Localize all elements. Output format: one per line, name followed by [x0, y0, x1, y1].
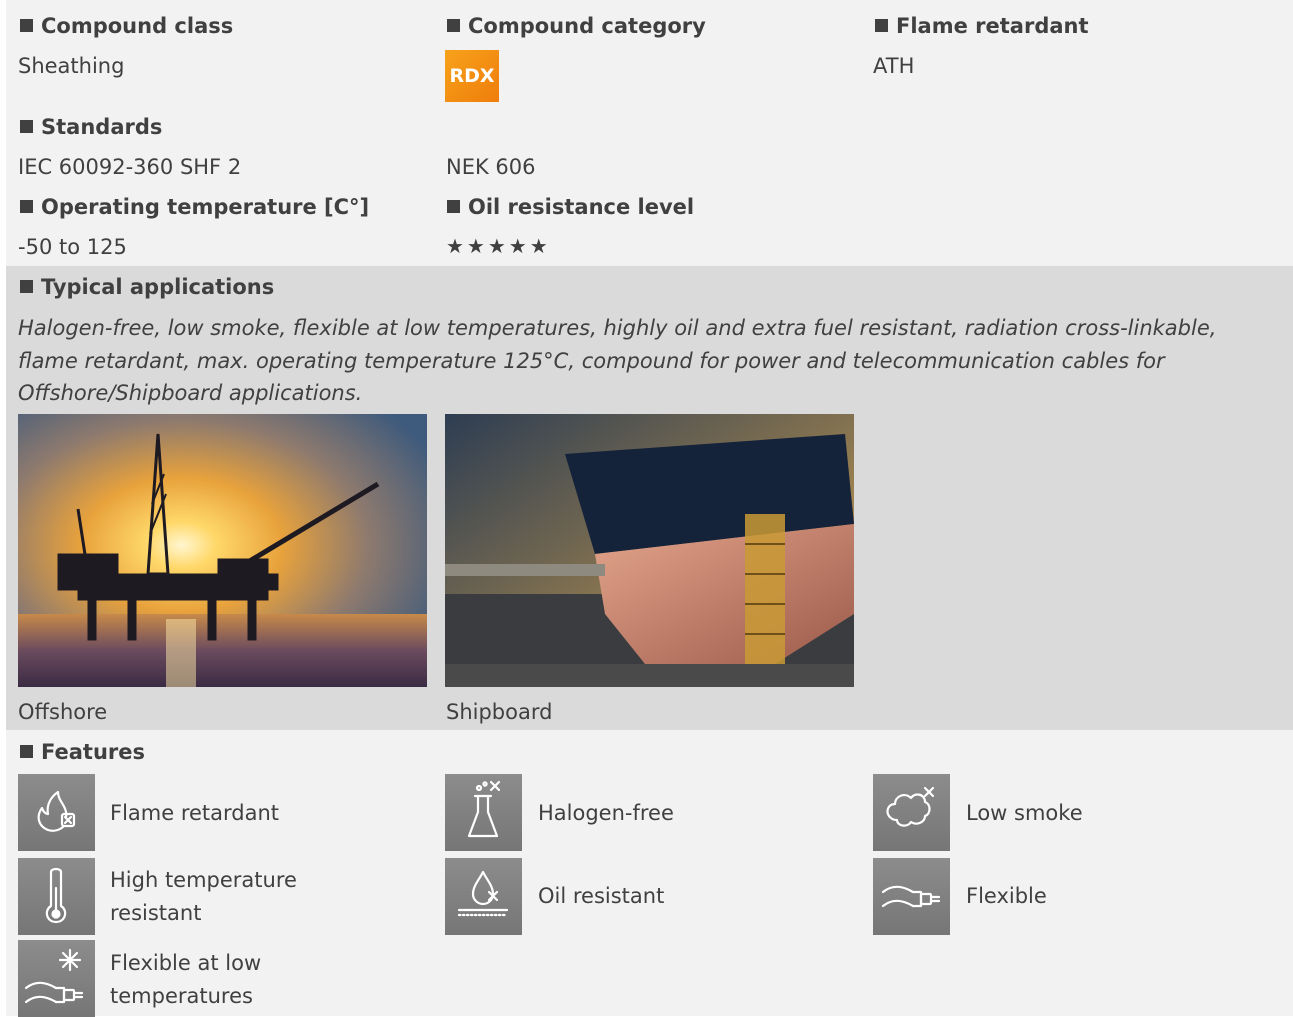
feature-label: Low smoke	[966, 801, 1083, 825]
bullet-square-icon	[20, 19, 33, 32]
operating-temperature-value: -50 to 125	[18, 235, 127, 259]
bullet-square-icon	[20, 280, 33, 293]
bullet-square-icon	[447, 200, 460, 213]
bullet-square-icon	[20, 200, 33, 213]
applications-description: Halogen-free, low smoke, flexible at low…	[18, 316, 1217, 405]
standard-item: NEK 606	[446, 155, 536, 179]
bullet-square-icon	[875, 19, 888, 32]
oil-drop-icon	[445, 858, 522, 935]
standards-header: Standards	[20, 114, 162, 140]
oil-resistance-header: Oil resistance level	[447, 194, 694, 220]
feature-label: High temperature resistant	[110, 868, 297, 925]
compound-category-header: Compound category	[447, 13, 706, 39]
ship-drydock-illustration	[445, 414, 854, 687]
thermometer-icon	[18, 858, 95, 935]
ship-drydock-photo	[445, 414, 854, 687]
feature-label: Flame retardant	[110, 801, 280, 825]
flexible-cable-icon	[873, 858, 950, 935]
properties-band	[6, 0, 1293, 266]
standard-item: IEC 60092-360 SHF 2	[18, 155, 242, 179]
offshore-platform-photo	[18, 414, 427, 687]
low-smoke-icon	[873, 774, 950, 851]
shipboard-caption: Shipboard	[446, 700, 553, 724]
bullet-square-icon	[20, 745, 33, 758]
offshore-caption: Offshore	[18, 700, 108, 724]
halogen-free-icon	[445, 774, 522, 851]
compound-class-header: Compound class	[20, 13, 233, 39]
feature-label: Halogen-free	[538, 801, 674, 825]
flame-retardant-header: Flame retardant	[875, 13, 1089, 39]
operating-temperature-header: Operating temperature [C°]	[20, 194, 369, 220]
offshore-platform-illustration	[18, 414, 427, 687]
feature-label: Oil resistant	[538, 884, 665, 908]
rdx-category-badge: RDX	[445, 50, 499, 102]
flame-retardant-icon	[18, 774, 95, 851]
oil-resistance-stars: ★★★★★	[446, 234, 551, 258]
features-header: Features	[20, 739, 145, 765]
bullet-square-icon	[20, 120, 33, 133]
feature-label: Flexible	[966, 884, 1047, 908]
bullet-square-icon	[447, 19, 460, 32]
feature-label: Flexible at low temperatures	[110, 951, 262, 1008]
flame-retardant-value: ATH	[873, 54, 915, 78]
compound-class-value: Sheathing	[18, 54, 125, 78]
snowflake-cable-icon	[18, 940, 95, 1017]
typical-applications-header: Typical applications	[20, 274, 274, 300]
